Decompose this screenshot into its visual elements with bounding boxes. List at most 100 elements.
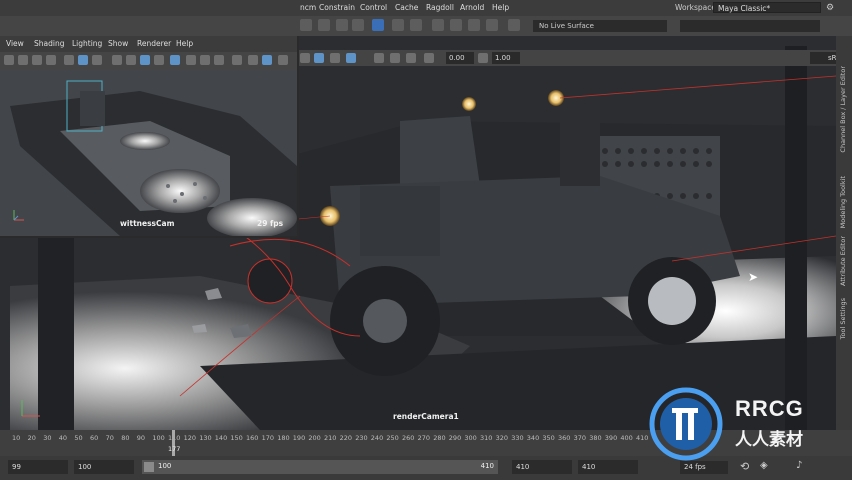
- gamma-toggle-icon[interactable]: [478, 53, 488, 63]
- witness-resolution-gate-icon[interactable]: [92, 55, 102, 65]
- tab-channel-box[interactable]: Channel Box / Layer Editor: [839, 66, 847, 153]
- loop-icon[interactable]: ⟲: [740, 460, 749, 473]
- smooth-shade-icon[interactable]: [314, 53, 324, 63]
- animation-start-field[interactable]: 99: [8, 460, 68, 474]
- menu-cache[interactable]: Cache: [395, 3, 418, 12]
- current-frame-label: 177: [168, 445, 181, 453]
- exposure-field[interactable]: 0.00: [446, 52, 474, 64]
- witness-grid-icon[interactable]: [64, 55, 74, 65]
- timeline-tick-label: 70: [105, 434, 114, 442]
- witness-isolate-icon[interactable]: [232, 55, 242, 65]
- witness-ao-icon[interactable]: [186, 55, 196, 65]
- playback-end-field[interactable]: 410: [512, 460, 572, 474]
- render-frame-icon[interactable]: [410, 19, 422, 31]
- witness-dof-icon[interactable]: [214, 55, 224, 65]
- status-line: No Live Surface: [0, 16, 852, 36]
- witness-menu-bar: View Shading Lighting Show Renderer Help: [0, 36, 297, 52]
- witness-image-plane-icon[interactable]: [46, 55, 56, 65]
- witness-xray-icon[interactable]: [248, 55, 258, 65]
- witness-shaded-icon[interactable]: [126, 55, 136, 65]
- witness-xray-joints-icon[interactable]: [262, 55, 272, 65]
- menu-ragdoll[interactable]: Ragdoll: [426, 3, 454, 12]
- range-slider[interactable]: 100 410: [142, 460, 498, 474]
- witness-aa-icon[interactable]: [200, 55, 210, 65]
- history-icon[interactable]: [392, 19, 404, 31]
- timeline-tick-label: 30: [43, 434, 52, 442]
- right-tab-strip: Channel Box / Layer Editor Modeling Tool…: [836, 36, 852, 430]
- witness-camera-panel[interactable]: View Shading Lighting Show Renderer Help: [0, 36, 299, 238]
- main-menu-bar: ncm Constrain Control Cache Ragdoll Arno…: [0, 0, 852, 16]
- lighting-icon[interactable]: [330, 53, 340, 63]
- witness-menu-shading[interactable]: Shading: [34, 39, 64, 48]
- witness-lights-icon[interactable]: [154, 55, 164, 65]
- tab-modeling-toolkit[interactable]: Modeling Toolkit: [839, 176, 847, 228]
- tab-attribute-editor[interactable]: Attribute Editor: [839, 236, 847, 286]
- menu-arnold[interactable]: Arnold: [460, 3, 484, 12]
- search-input[interactable]: [680, 20, 820, 32]
- auto-key-icon[interactable]: ◈: [760, 460, 768, 471]
- sound-icon[interactable]: ♪: [796, 460, 802, 471]
- witness-menu-renderer[interactable]: Renderer: [137, 39, 171, 48]
- menu-ncm[interactable]: ncm: [300, 3, 316, 12]
- timeline-tick-label: 180: [277, 434, 290, 442]
- animation-end-field[interactable]: 410: [578, 460, 638, 474]
- timeline-tick-label: 350: [542, 434, 555, 442]
- snap-point-icon[interactable]: [336, 19, 348, 31]
- witness-wireframe-icon[interactable]: [112, 55, 122, 65]
- witness-menu-lighting[interactable]: Lighting: [72, 39, 102, 48]
- witness-menu-show[interactable]: Show: [108, 39, 128, 48]
- tab-tool-settings[interactable]: Tool Settings: [839, 298, 847, 339]
- color-space-select[interactable]: sRGB gamma: [810, 52, 836, 64]
- isolate-icon[interactable]: [374, 53, 384, 63]
- timeline-tick-label: 190: [292, 434, 306, 442]
- magnet-icon[interactable]: [508, 19, 520, 31]
- witness-film-gate-icon[interactable]: [78, 55, 88, 65]
- witness-bookmark-icon[interactable]: [32, 55, 42, 65]
- workspace-select[interactable]: Maya Classic*: [713, 2, 821, 13]
- timeline-tick-label: 260: [402, 434, 415, 442]
- time-slider[interactable]: 1020304050607080901001101201301401501601…: [0, 430, 852, 456]
- timeline-tick-label: 370: [573, 434, 587, 442]
- range-slider-handle[interactable]: [144, 462, 154, 472]
- ipr-render-icon[interactable]: [432, 19, 444, 31]
- timeline-tick-label: 230: [355, 434, 368, 442]
- textured-icon[interactable]: [346, 53, 356, 63]
- playback-start-field[interactable]: 100: [74, 460, 134, 474]
- witness-select-camera-icon[interactable]: [4, 55, 14, 65]
- timeline-tick-label: 150: [230, 434, 243, 442]
- timeline-tick-label: 80: [121, 434, 130, 442]
- live-surface-field[interactable]: No Live Surface: [533, 20, 667, 32]
- timeline-tick-label: 330: [511, 434, 524, 442]
- watermark-subtitle: 人人素材: [735, 430, 803, 450]
- snap-curve-icon[interactable]: [318, 19, 330, 31]
- timeline-tick-label: 220: [339, 434, 353, 442]
- witness-textured-icon[interactable]: [140, 55, 150, 65]
- settings-icon[interactable]: ⚙: [826, 3, 834, 13]
- timeline-tick-label: 90: [136, 434, 146, 442]
- timeline-tick-label: 130: [199, 434, 212, 442]
- menu-help[interactable]: Help: [492, 3, 509, 12]
- make-live-icon[interactable]: [372, 19, 384, 31]
- gamma-field[interactable]: 1.00: [492, 52, 520, 64]
- render-settings-icon[interactable]: [450, 19, 462, 31]
- witness-menu-view[interactable]: View: [6, 39, 24, 48]
- hypershade-icon[interactable]: [468, 19, 480, 31]
- display-mode-icon[interactable]: [300, 53, 310, 63]
- range-slider-bar: 99 100 100 410 410 410 24 fps ⟲ ◈ ♪: [0, 456, 852, 480]
- xray-icon[interactable]: [390, 53, 400, 63]
- menu-control[interactable]: Control: [360, 3, 387, 12]
- snap-grid-icon[interactable]: [300, 19, 312, 31]
- snap-view-icon[interactable]: [352, 19, 364, 31]
- arnold-render-icon[interactable]: [486, 19, 498, 31]
- joint-xray-icon[interactable]: [406, 53, 416, 63]
- witness-menu-help[interactable]: Help: [176, 39, 193, 48]
- timeline-tick-label: 200: [308, 434, 321, 442]
- aperture-icon[interactable]: [424, 53, 434, 63]
- menu-constrain[interactable]: Constrain: [319, 3, 355, 12]
- main-viewport[interactable]: ➤ renderCamera1 0.00 1.00 sRGB gamma: [0, 36, 836, 430]
- witness-shadows-icon[interactable]: [170, 55, 180, 65]
- timeline-tick-label: 160: [246, 434, 259, 442]
- witness-lock-camera-icon[interactable]: [18, 55, 28, 65]
- fps-select[interactable]: 24 fps: [680, 461, 728, 474]
- witness-more-icon[interactable]: [278, 55, 288, 65]
